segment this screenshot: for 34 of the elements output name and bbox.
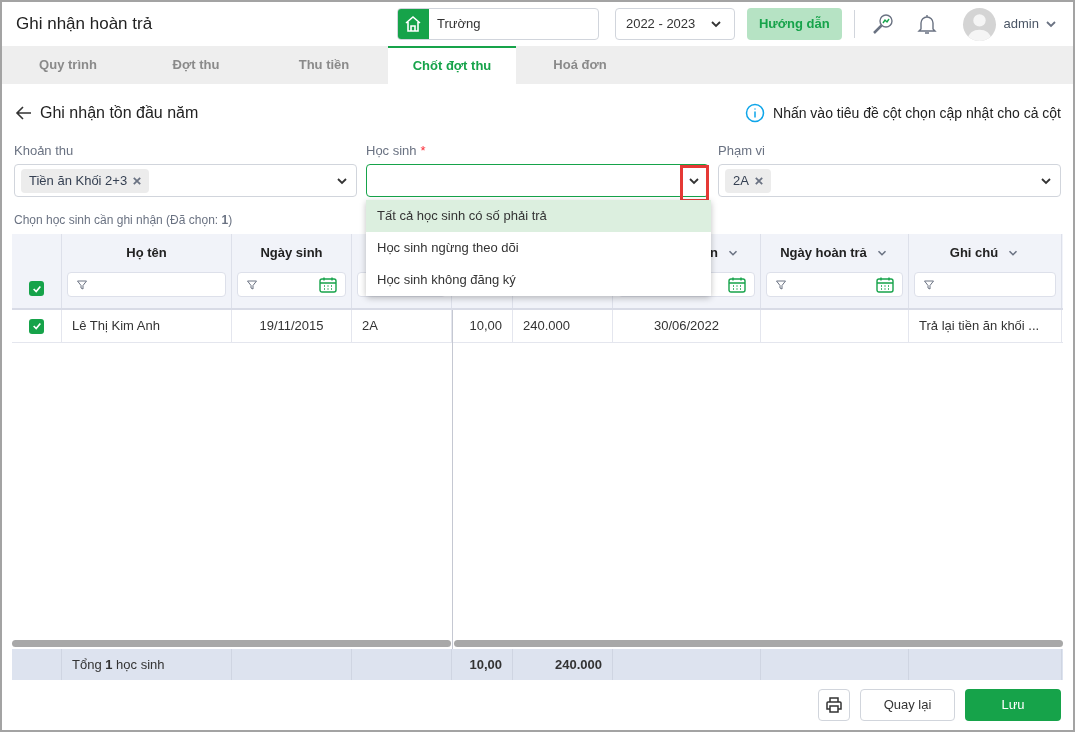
tag-chip: Tiền ăn Khối 2+3 <box>21 168 150 193</box>
table-caption: Chọn học sinh cần ghi nhận (Đã chọn: 1) <box>14 213 233 227</box>
column-header[interactable]: n <box>710 243 718 263</box>
dropdown-option[interactable]: Học sinh ngừng theo dõi <box>366 232 711 264</box>
back-button[interactable]: Quay lại <box>860 689 955 721</box>
user-name[interactable]: admin <box>1003 14 1039 34</box>
year-selector[interactable]: 2022 - 2023 <box>614 8 735 40</box>
field-label: Học sinh <box>366 142 417 161</box>
tag-chip: 2A <box>725 168 771 193</box>
column-header[interactable]: Họ tên <box>126 243 167 263</box>
column-header[interactable]: Ghi chú <box>949 243 999 263</box>
table-cell-text: Lê Thị Kim Anh <box>72 317 160 336</box>
field-label: Phạm vi <box>718 142 765 161</box>
required-mark: * <box>420 142 426 161</box>
section-title: Ghi nhận tồn đầu năm <box>40 103 199 123</box>
column-header[interactable]: Ngày sinh <box>260 243 323 263</box>
total-cell-text: 10,00 <box>469 655 502 674</box>
table-cell-text: 19/11/2015 <box>259 317 324 336</box>
total-cell-text: 240.000 <box>555 655 602 674</box>
table-cell-text: Trả lại tiền ăn khối ... <box>919 317 1040 336</box>
field-label: Khoản thu <box>14 142 74 161</box>
table-cell-text: 240.000 <box>523 317 570 336</box>
select-field[interactable]: 2A <box>718 164 1061 197</box>
page-title: Ghi nhận hoàn trả <box>16 13 153 36</box>
hint-text: Nhấn vào tiêu đề cột chọn cập nhật cho cả cột <box>773 103 1061 123</box>
table-cell-text: 10,00 <box>469 317 502 336</box>
school-selector[interactable]: Trường <box>396 8 599 40</box>
total-cell-text: Tổng 1 học sinh <box>72 655 165 674</box>
select-field[interactable]: Tiền ăn Khối 2+3 <box>14 164 357 197</box>
table-cell-text: 30/06/2022 <box>653 317 720 336</box>
dropdown-option[interactable]: Học sinh không đăng ký <box>366 264 711 296</box>
column-header[interactable]: Ngày hoàn trả <box>780 243 867 263</box>
table-cell-text: 2A <box>362 317 378 336</box>
dropdown-option[interactable]: Tất cả học sinh có số phải trả <box>366 200 711 232</box>
